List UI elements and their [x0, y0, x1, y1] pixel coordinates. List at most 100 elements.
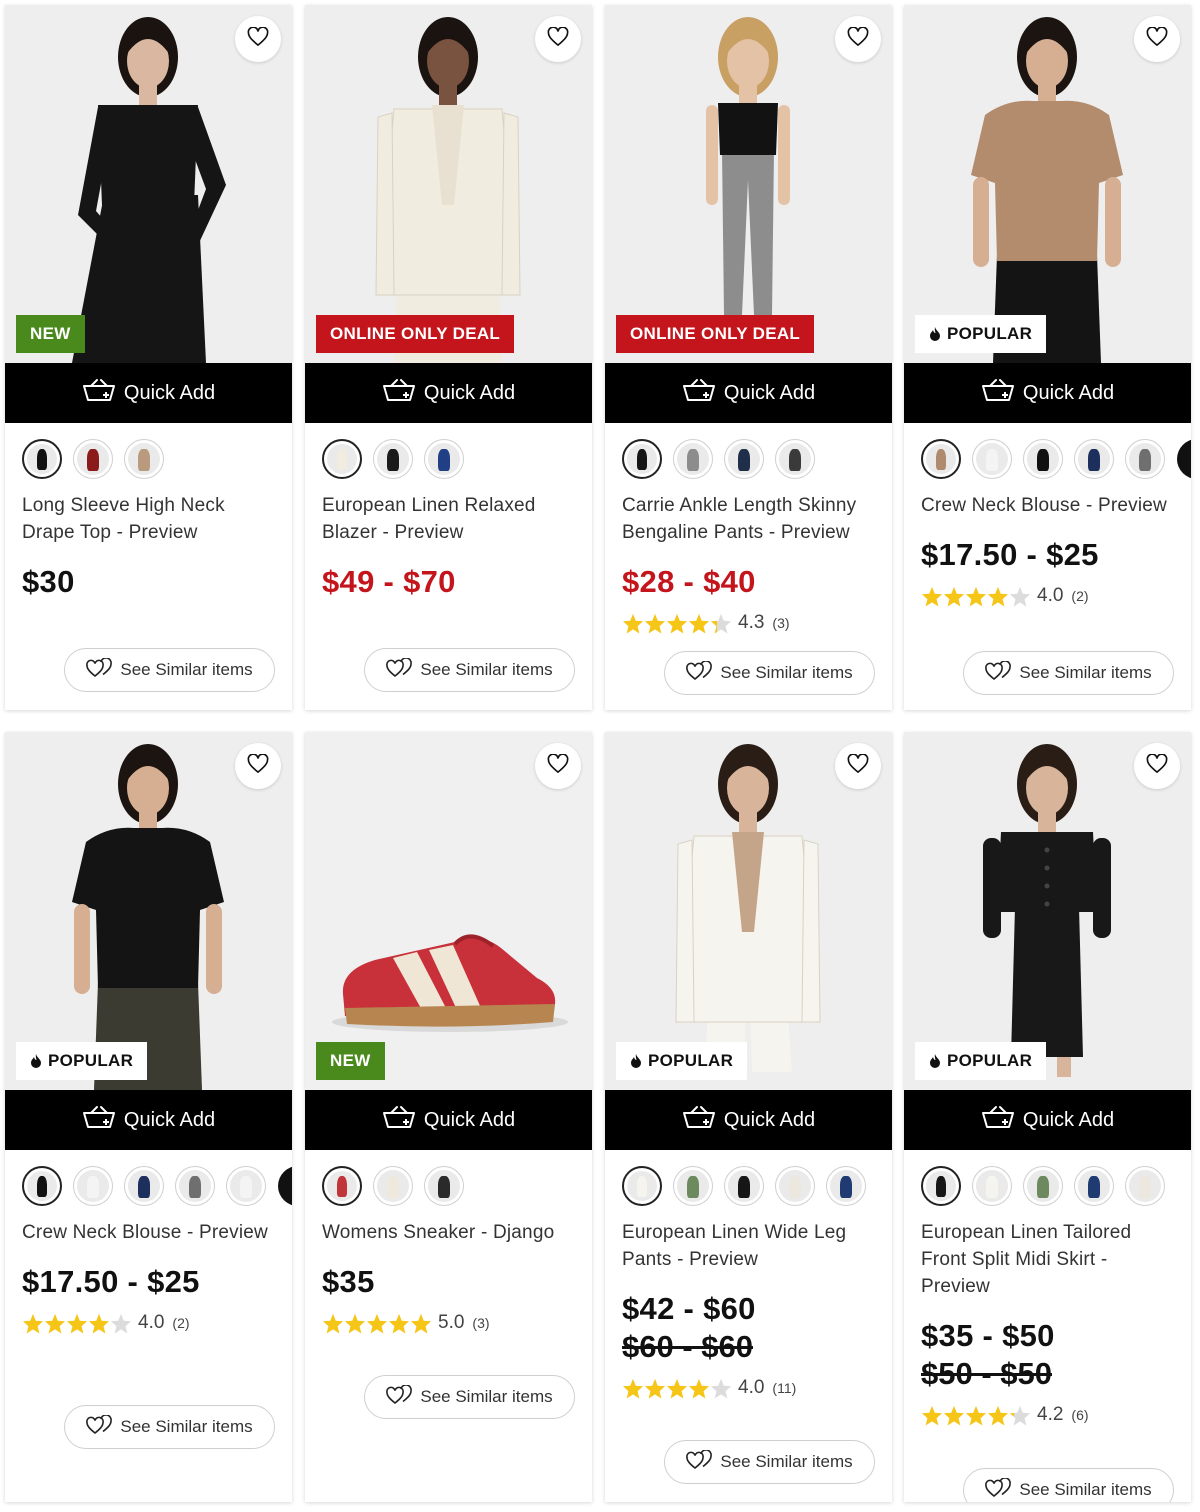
see-similar-button[interactable]: See Similar items [64, 1405, 275, 1449]
color-swatch[interactable] [22, 1166, 62, 1206]
see-similar-button[interactable]: See Similar items [664, 651, 875, 695]
quick-add-label: Quick Add [123, 381, 216, 404]
color-swatch[interactable] [622, 439, 662, 479]
product-price: $30 [22, 564, 75, 599]
product-card[interactable]: POPULAR Quick Add European Linen Wide Le… [605, 732, 892, 1502]
color-swatch[interactable] [1074, 1166, 1114, 1206]
quick-add-button[interactable]: Quick Add [605, 1090, 892, 1150]
color-swatch[interactable] [826, 1166, 866, 1206]
color-swatch[interactable] [322, 1166, 362, 1206]
color-swatch[interactable] [921, 439, 961, 479]
wishlist-button[interactable] [835, 743, 881, 789]
product-photo[interactable]: POPULAR [904, 732, 1191, 1090]
product-card[interactable]: POPULAR Quick Add European Linen Tailore… [904, 732, 1191, 1502]
color-swatch[interactable] [322, 439, 362, 479]
quick-add-label: Quick Add [423, 381, 516, 404]
see-similar-button[interactable]: See Similar items [963, 1468, 1174, 1502]
quick-add-button[interactable]: Quick Add [5, 363, 292, 423]
color-swatch[interactable] [972, 1166, 1012, 1206]
wishlist-button[interactable] [1134, 743, 1180, 789]
color-swatch[interactable] [1125, 439, 1165, 479]
rating: 4.0 (2) [22, 1312, 275, 1334]
wishlist-button[interactable] [235, 16, 281, 62]
product-photo[interactable]: NEW [5, 5, 292, 363]
product-card[interactable]: POPULAR Quick Add Crew Neck Blouse - Pre… [904, 5, 1191, 710]
quick-add-button[interactable]: Quick Add [305, 363, 592, 423]
star-icon [688, 613, 710, 634]
star-icon [344, 1313, 366, 1334]
color-swatch[interactable] [1023, 1166, 1063, 1206]
see-similar-button[interactable]: See Similar items [364, 648, 575, 692]
more-colors-arrow[interactable] [278, 1166, 292, 1206]
double-heart-icon [985, 1476, 1019, 1503]
product-name[interactable]: Crew Neck Blouse - Preview [22, 1219, 275, 1246]
product-card[interactable]: ONLINE ONLY DEAL Quick Add Carrie Ankle … [605, 5, 892, 710]
see-similar-button[interactable]: See Similar items [64, 648, 275, 692]
color-swatch[interactable] [972, 439, 1012, 479]
rating: 4.3 (3) [622, 612, 875, 634]
product-photo[interactable]: POPULAR [605, 732, 892, 1090]
color-swatch[interactable] [775, 1166, 815, 1206]
color-swatch[interactable] [424, 439, 464, 479]
product-name[interactable]: European Linen Relaxed Blazer - Preview [322, 492, 575, 546]
color-swatches [622, 439, 875, 479]
original-price: $50 - $50 [921, 1356, 1052, 1391]
color-swatch[interactable] [673, 439, 713, 479]
wishlist-button[interactable] [235, 743, 281, 789]
product-card[interactable]: NEW Quick Add Long Sleeve High Neck Drap… [5, 5, 292, 710]
product-photo[interactable]: POPULAR [904, 5, 1191, 363]
quick-add-button[interactable]: Quick Add [5, 1090, 292, 1150]
quick-add-button[interactable]: Quick Add [904, 363, 1191, 423]
star-icon [710, 613, 732, 634]
product-name[interactable]: Womens Sneaker - Django [322, 1219, 575, 1246]
product-info: Womens Sneaker - Django $35 5.0 (3) [305, 1150, 592, 1334]
wishlist-button[interactable] [535, 16, 581, 62]
quick-add-button[interactable]: Quick Add [305, 1090, 592, 1150]
color-swatch[interactable] [373, 1166, 413, 1206]
color-swatch[interactable] [1125, 1166, 1165, 1206]
product-badge: ONLINE ONLY DEAL [316, 315, 515, 353]
product-name[interactable]: Long Sleeve High Neck Drape Top - Previe… [22, 492, 275, 546]
color-swatch[interactable] [73, 439, 113, 479]
color-swatch[interactable] [124, 439, 164, 479]
color-swatch[interactable] [724, 439, 764, 479]
rating-value: 4.0 [138, 1312, 165, 1333]
product-name[interactable]: European Linen Tailored Front Split Midi… [921, 1219, 1174, 1300]
product-name[interactable]: Crew Neck Blouse - Preview [921, 492, 1174, 519]
quick-add-button[interactable]: Quick Add [605, 363, 892, 423]
color-swatch[interactable] [1023, 439, 1063, 479]
color-swatch[interactable] [424, 1166, 464, 1206]
product-photo[interactable]: POPULAR [5, 732, 292, 1090]
product-card[interactable]: POPULAR Quick Add Crew Neck Blouse - Pre… [5, 732, 292, 1502]
quick-add-button[interactable]: Quick Add [904, 1090, 1191, 1150]
product-photo[interactable]: NEW [305, 732, 592, 1090]
color-swatch[interactable] [73, 1166, 113, 1206]
wishlist-button[interactable] [535, 743, 581, 789]
color-swatch[interactable] [1074, 439, 1114, 479]
color-swatch[interactable] [724, 1166, 764, 1206]
color-swatch[interactable] [226, 1166, 266, 1206]
color-swatch[interactable] [373, 439, 413, 479]
more-colors-arrow[interactable] [1177, 439, 1191, 479]
product-price: $49 - $70 [322, 564, 456, 599]
color-swatch[interactable] [775, 439, 815, 479]
product-name[interactable]: European Linen Wide Leg Pants - Preview [622, 1219, 875, 1273]
product-card[interactable]: ONLINE ONLY DEAL Quick Add European Line… [305, 5, 592, 710]
wishlist-button[interactable] [835, 16, 881, 62]
color-swatch[interactable] [175, 1166, 215, 1206]
product-card[interactable]: NEW Quick Add Womens Sneaker - Django $3… [305, 732, 592, 1502]
product-photo[interactable]: ONLINE ONLY DEAL [605, 5, 892, 363]
see-similar-button[interactable]: See Similar items [664, 1440, 875, 1484]
heart-outline-icon [1146, 752, 1168, 779]
color-swatch[interactable] [673, 1166, 713, 1206]
color-swatch[interactable] [22, 439, 62, 479]
color-swatch[interactable] [921, 1166, 961, 1206]
product-photo[interactable]: ONLINE ONLY DEAL [305, 5, 592, 363]
see-similar-button[interactable]: See Similar items [963, 651, 1174, 695]
product-name[interactable]: Carrie Ankle Length Skinny Bengaline Pan… [622, 492, 875, 546]
color-swatch[interactable] [622, 1166, 662, 1206]
color-swatch[interactable] [124, 1166, 164, 1206]
star-icon [710, 1378, 732, 1399]
see-similar-button[interactable]: See Similar items [364, 1375, 575, 1419]
wishlist-button[interactable] [1134, 16, 1180, 62]
